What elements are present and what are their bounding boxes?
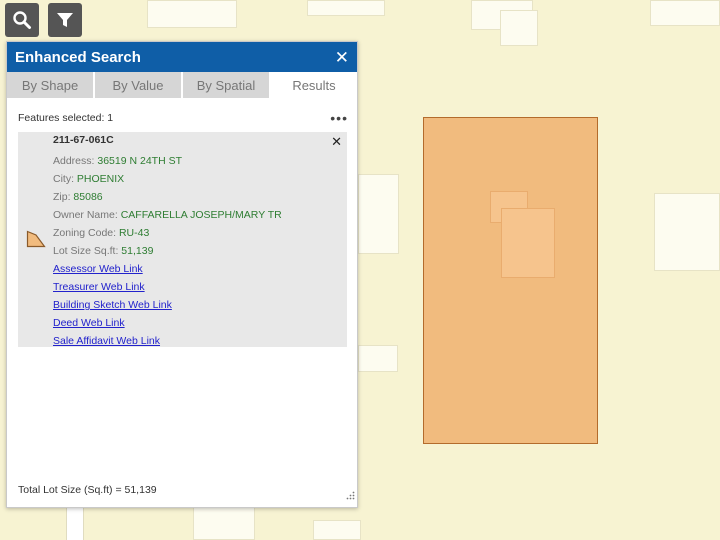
assessor-web-link[interactable]: Assessor Web Link [53, 260, 282, 278]
owner-name-field: Owner Name: CAFFARELLA JOSEPH/MARY TR [53, 209, 282, 221]
building-sketch-web-link[interactable]: Building Sketch Web Link [53, 296, 282, 314]
lot-size-field: Lot Size Sq.ft: 51,139 [53, 245, 154, 257]
city-value: PHOENIX [76, 173, 125, 185]
parcel-building [501, 208, 555, 278]
zoning-code-value: RU-43 [118, 227, 150, 239]
tab-by-spatial[interactable]: By Spatial [183, 72, 271, 98]
zip-field: Zip: 85086 [53, 191, 103, 203]
selection-summary: Features selected: 1 ••• [18, 111, 348, 125]
search-tool-button[interactable] [5, 3, 39, 37]
building [654, 193, 720, 271]
polygon-icon [26, 230, 46, 253]
result-attributes: Address: 36519 N 24TH ST City: PHOENIX Z… [53, 152, 282, 350]
panel-header: Enhanced Search ✕ [7, 42, 357, 72]
building [147, 0, 237, 28]
address-value: 36519 N 24TH ST [97, 155, 182, 167]
search-icon [12, 10, 32, 30]
building [650, 0, 720, 26]
building [313, 520, 361, 540]
panel-close-button[interactable]: ✕ [335, 49, 349, 66]
more-options-icon[interactable]: ••• [330, 111, 348, 125]
filter-tool-button[interactable] [48, 3, 82, 37]
total-lot-size: Total Lot Size (Sq.ft) = 51,139 [18, 484, 157, 496]
city-field: City: PHOENIX [53, 173, 125, 185]
zip-value: 85086 [73, 191, 103, 203]
resize-handle-icon[interactable] [346, 487, 355, 505]
building [307, 0, 385, 16]
enhanced-search-panel: Enhanced Search ✕ By Shape By Value By S… [6, 41, 358, 508]
remove-result-button[interactable]: ✕ [331, 135, 342, 148]
filter-icon [56, 11, 74, 29]
lot-size-value: 51,139 [121, 245, 154, 257]
road [66, 505, 84, 540]
address-field: Address: 36519 N 24TH ST [53, 155, 182, 167]
tab-by-value[interactable]: By Value [95, 72, 183, 98]
tab-by-shape[interactable]: By Shape [7, 72, 95, 98]
building [358, 345, 398, 372]
building [500, 10, 538, 46]
owner-name-value: CAFFARELLA JOSEPH/MARY TR [120, 209, 282, 221]
selected-parcel[interactable] [423, 117, 598, 444]
tab-bar: By Shape By Value By Spatial Results [7, 72, 357, 98]
result-card[interactable]: 211-67-061C ✕ Address: 36519 N 24TH ST C… [18, 132, 347, 347]
zoning-code-field: Zoning Code: RU-43 [53, 227, 150, 239]
sale-affidavit-web-link[interactable]: Sale Affidavit Web Link [53, 332, 282, 350]
treasurer-web-link[interactable]: Treasurer Web Link [53, 278, 282, 296]
tab-results[interactable]: Results [271, 72, 357, 98]
parcel-id: 211-67-061C [53, 134, 114, 146]
features-selected-count: Features selected: 1 [18, 112, 114, 124]
building [193, 505, 255, 540]
panel-title: Enhanced Search [15, 48, 141, 66]
deed-web-link[interactable]: Deed Web Link [53, 314, 282, 332]
building [358, 174, 399, 254]
